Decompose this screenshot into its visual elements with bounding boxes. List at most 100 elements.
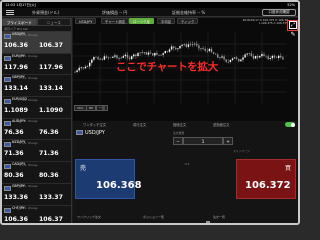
pair-change: A.S. Change [22, 33, 38, 37]
pair-bid[interactable]: 106.36 [4, 42, 28, 49]
pair-row[interactable]: CHF/JPY A.S. Change 106.36 106.37 [2, 206, 71, 224]
candle-body [91, 59, 93, 63]
pair-row[interactable]: NZD/JPY A.S. Change 71.36 71.36 [2, 140, 71, 163]
pair-row[interactable]: USD/JPY A.S. Change 106.36 106.37 [2, 32, 71, 54]
pair-row[interactable]: CAD/JPY A.S. Change 80.36 80.36 [2, 162, 71, 184]
candle-body [154, 52, 156, 56]
candle-body [133, 54, 135, 57]
status-date: 1月17日(火) [16, 3, 37, 7]
pair-ask[interactable]: 117.96 [39, 64, 63, 71]
pencil-icon[interactable]: ✎ [289, 31, 297, 39]
one-click-order-link[interactable]: ワンクリック注文 [77, 213, 101, 221]
candle-body [236, 57, 238, 59]
positions-link[interactable]: ポジション一覧 [143, 213, 164, 221]
qty-minus-button[interactable]: − [173, 137, 183, 145]
pair-change: A.S. Change [22, 185, 38, 189]
currency-flag-icon [4, 77, 11, 83]
tick-tab[interactable]: ティック [177, 18, 199, 24]
candle-body [97, 57, 99, 60]
pair-row[interactable]: GBP/JPY A.S. Change 133.14 133.14 [2, 75, 71, 98]
pair-ask[interactable]: 133.37 [39, 194, 63, 201]
us-flag-icon [76, 130, 83, 135]
chart-panel: USD/JPY チャート設定 ローソク足 平均足 ティック 2016/01/17… [73, 18, 298, 121]
quantity-stepper: − 1 + [173, 137, 233, 145]
candle-body [103, 56, 106, 60]
pair-ask[interactable]: 1.1090 [39, 107, 63, 114]
candle-body [175, 47, 177, 50]
tab-one-touch[interactable]: ワンタッチ注文 [83, 121, 106, 129]
candle-body [196, 43, 198, 46]
order-symbol-label: USD/JPY [85, 130, 105, 136]
candle-body [152, 53, 154, 56]
currency-flag-icon [4, 185, 11, 191]
qty-value[interactable]: 1 [183, 137, 223, 145]
tab-market[interactable]: 成行注文 [133, 121, 146, 129]
candle-body [244, 54, 246, 58]
menu-icon[interactable] [6, 10, 14, 15]
pair-row[interactable]: GBP/JPY A.S. Change 133.36 133.37 [2, 184, 71, 206]
pair-bid[interactable]: 76.36 [4, 129, 24, 136]
tab-news[interactable]: ニュース [36, 18, 71, 26]
pair-ask[interactable]: 71.36 [39, 150, 59, 157]
pair-ask[interactable]: 80.36 [39, 172, 59, 179]
candle-body [210, 48, 213, 53]
candle-body [177, 48, 179, 50]
pair-row[interactable]: EUR/USD A.S. Change 1.1089 1.1090 [2, 97, 71, 119]
candle-body [162, 53, 164, 55]
chart-symbol-tab[interactable]: USD/JPY [75, 18, 97, 24]
app-frame: 12:03 1月17日(火) 52% 外貨預金(ドル) 評価損益 -- 円 証拠… [0, 0, 300, 225]
candle-body [257, 56, 259, 58]
pair-list: USD/JPY A.S. Change 106.36 106.37 EUR/JPY A.S… [2, 32, 71, 224]
buy-price: 106.372 [245, 180, 291, 191]
candle-body [194, 43, 196, 45]
pair-bid[interactable]: 133.36 [4, 194, 28, 201]
qty-plus-button[interactable]: + [223, 137, 233, 145]
pair-ask[interactable]: 106.37 [39, 216, 63, 223]
candle-body [124, 54, 127, 57]
pair-ask[interactable]: 76.36 [39, 129, 59, 136]
candlestick-tab[interactable]: ローソク足 [129, 18, 154, 24]
heikin-ashi-tab[interactable]: 平均足 [157, 18, 176, 24]
order-panel: ワンタッチ注文 成行注文 指値注文 逆指値注文 USD/JPY 注文数量 − 1… [73, 121, 298, 223]
pair-ask[interactable]: 106.37 [39, 42, 63, 49]
tab-price-board[interactable]: プライスボード [2, 18, 37, 26]
slippage-label: スリッページ [233, 149, 250, 153]
indicator-ichimoku[interactable]: 一目 [96, 105, 109, 111]
candle-body [282, 57, 284, 60]
pair-bid[interactable]: 117.96 [4, 64, 28, 71]
candle-body [212, 52, 215, 54]
order-symbol: USD/JPY [76, 130, 105, 137]
indicator-sma[interactable]: SMA [74, 105, 87, 111]
pair-bid[interactable]: 133.14 [4, 85, 28, 92]
pair-bid[interactable]: 80.36 [4, 172, 24, 179]
pair-bid[interactable]: 1.1089 [4, 107, 28, 114]
pair-bid[interactable]: 71.36 [4, 150, 24, 157]
chart-settings-tab[interactable]: チャート設定 [101, 18, 130, 24]
one-touch-toggle[interactable] [285, 122, 295, 127]
expand-icon[interactable]: ⤢ [289, 21, 297, 29]
pair-change: A.S. Change [22, 141, 38, 145]
candle-body [265, 55, 267, 57]
candle-body [126, 54, 129, 58]
candle-body [122, 56, 124, 58]
pair-bid[interactable]: 106.36 [4, 216, 28, 223]
header-deposit: 外貨預金(ドル) [32, 10, 60, 15]
ohlc-readout: 2016/01/17 O 106.375 H 106.38 L 106.375 … [243, 19, 288, 25]
currency-flag-icon [4, 207, 11, 213]
candle-body [261, 54, 263, 57]
candle-body [280, 55, 282, 58]
orders-link[interactable]: 注文一覧 [213, 213, 225, 221]
price-board-panel: プライスボード ニュース 通貨ペア Bid Ask USD/JPY A.S. Ch… [2, 18, 72, 224]
sell-button[interactable]: 売 106.368 [75, 159, 142, 199]
indicator-bb[interactable]: BB [86, 105, 97, 111]
pair-ask[interactable]: 133.14 [39, 85, 63, 92]
pair-row[interactable]: AUD/JPY A.S. Change 76.36 76.36 [2, 119, 71, 141]
tab-limit[interactable]: 指値注文 [173, 121, 186, 129]
currency-flag-icon [4, 120, 11, 126]
candle-body [89, 62, 91, 67]
buy-button[interactable]: 買 106.372 [236, 159, 296, 199]
candle-body [208, 48, 211, 52]
account-status-button[interactable]: 口座状況確認 [262, 9, 296, 16]
tab-stop[interactable]: 逆指値注文 [213, 121, 229, 129]
pair-row[interactable]: EUR/JPY A.S. Change 117.96 117.96 [2, 54, 71, 76]
